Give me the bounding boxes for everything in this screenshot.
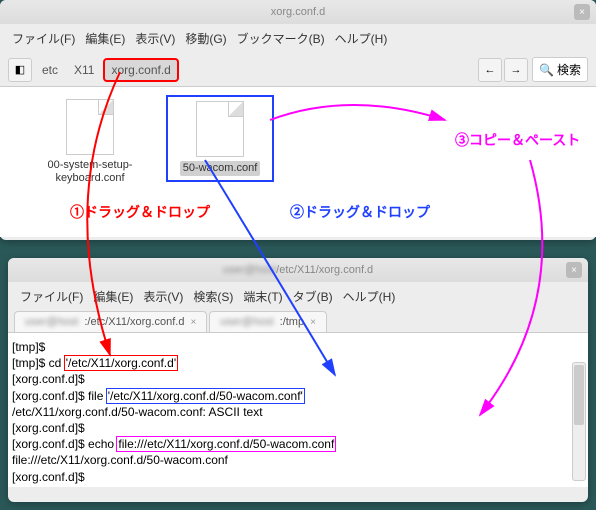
scrollbar[interactable] <box>572 362 586 481</box>
tab-close-icon[interactable]: × <box>190 317 196 328</box>
file-item-selected[interactable]: 50-wacom.conf <box>170 99 270 178</box>
menu-help[interactable]: ヘルプ(H) <box>339 286 400 307</box>
search-button[interactable]: 🔍 検索 <box>532 57 588 82</box>
tab-label: :/tmp <box>280 316 304 328</box>
tab-blurred-prefix: user@host <box>220 316 273 328</box>
file-pane[interactable]: 00-system-setup-keyboard.conf 50-wacom.c… <box>0 87 596 237</box>
search-label: 検索 <box>557 61 581 78</box>
window-title: xorg.conf.d <box>271 6 325 18</box>
scrollbar-thumb[interactable] <box>574 365 584 425</box>
menubar: ファイル(F) 編集(E) 表示(V) 移動(G) ブックマーク(B) ヘルプ(… <box>0 24 596 53</box>
close-icon[interactable]: × <box>566 262 582 278</box>
close-icon[interactable]: × <box>574 4 590 20</box>
terminal-window: user@host /etc/X11/xorg.conf.d × ファイル(F)… <box>8 258 588 502</box>
terminal-tabs: user@host :/etc/X11/xorg.conf.d × user@h… <box>8 311 588 332</box>
terminal-body[interactable]: [tmp]$ [tmp]$ cd '/etc/X11/xorg.conf.d' … <box>8 332 588 487</box>
menu-file[interactable]: ファイル(F) <box>16 286 87 307</box>
title-blurred-prefix: user@host <box>223 264 276 276</box>
menu-file[interactable]: ファイル(F) <box>8 28 79 49</box>
menu-terminal[interactable]: 端末(T) <box>239 286 286 307</box>
menubar: ファイル(F) 編集(E) 表示(V) 検索(S) 端末(T) タブ(B) ヘル… <box>8 282 588 311</box>
search-icon: 🔍 <box>539 63 554 77</box>
menu-go[interactable]: 移動(G) <box>181 28 230 49</box>
tab-blurred-prefix: user@host <box>25 316 78 328</box>
tab-label: :/etc/X11/xorg.conf.d <box>84 316 184 328</box>
forward-button[interactable]: → <box>504 58 528 82</box>
crumb-x11[interactable]: X11 <box>68 60 100 80</box>
toolbar: ◧ etc X11 xorg.conf.d ← → 🔍 検索 <box>0 53 596 87</box>
crumb-etc[interactable]: etc <box>36 60 64 80</box>
file-icon <box>196 101 244 157</box>
file-name: 50-wacom.conf <box>180 161 261 176</box>
file-name: 00-system-setup-keyboard.conf <box>40 159 140 185</box>
titlebar: xorg.conf.d × <box>0 0 596 24</box>
menu-edit[interactable]: 編集(E) <box>81 28 129 49</box>
file-item[interactable]: 00-system-setup-keyboard.conf <box>40 99 140 185</box>
back-button[interactable]: ← <box>478 58 502 82</box>
file-manager-window: xorg.conf.d × ファイル(F) 編集(E) 表示(V) 移動(G) … <box>0 0 596 240</box>
menu-search[interactable]: 検索(S) <box>189 286 237 307</box>
window-title: /etc/X11/xorg.conf.d <box>276 264 373 276</box>
crumb-xorgconfd[interactable]: xorg.conf.d <box>104 59 177 81</box>
menu-edit[interactable]: 編集(E) <box>89 286 137 307</box>
highlight-file-path: '/etc/X11/xorg.conf.d/50-wacom.conf' <box>107 389 304 403</box>
menu-tab[interactable]: タブ(B) <box>289 286 337 307</box>
tab-2[interactable]: user@host :/tmp × <box>209 311 327 332</box>
menu-help[interactable]: ヘルプ(H) <box>331 28 392 49</box>
menu-view[interactable]: 表示(V) <box>131 28 179 49</box>
path-root-icon[interactable]: ◧ <box>8 58 32 82</box>
highlight-cd-path: '/etc/X11/xorg.conf.d' <box>65 356 177 370</box>
file-icon <box>66 99 114 155</box>
menu-view[interactable]: 表示(V) <box>139 286 187 307</box>
menu-bookmark[interactable]: ブックマーク(B) <box>233 28 329 49</box>
tab-close-icon[interactable]: × <box>310 317 316 328</box>
titlebar: user@host /etc/X11/xorg.conf.d × <box>8 258 588 282</box>
highlight-echo-uri: file:///etc/X11/xorg.conf.d/50-wacom.con… <box>117 437 335 451</box>
tab-1[interactable]: user@host :/etc/X11/xorg.conf.d × <box>14 311 207 332</box>
